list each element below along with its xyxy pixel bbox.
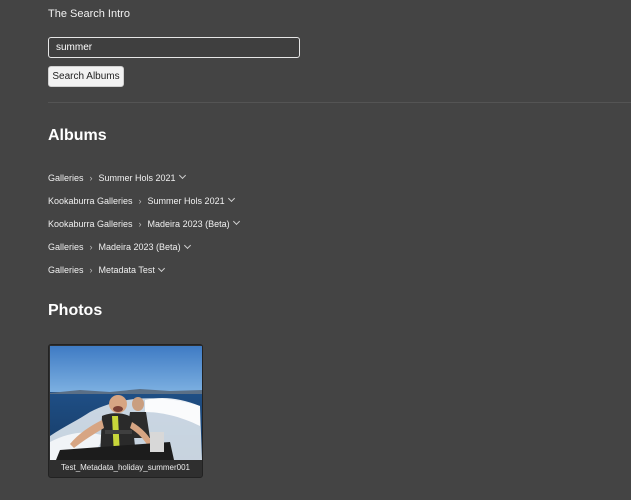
breadcrumb-album-link[interactable]: Metadata Test — [99, 264, 155, 276]
search-input[interactable] — [48, 37, 300, 58]
chevron-right-icon: › — [89, 172, 93, 183]
breadcrumb-album-link[interactable]: Summer Hols 2021 — [148, 195, 225, 207]
chevron-down-icon[interactable] — [157, 264, 165, 272]
breadcrumb-parent-link[interactable]: Galleries — [48, 264, 84, 276]
chevron-right-icon: › — [89, 265, 93, 276]
photo-caption: Test_Metadata_holiday_summer001 — [61, 463, 190, 472]
photo-card[interactable]: Test_Metadata_holiday_summer001 — [48, 344, 203, 478]
divider — [48, 102, 631, 103]
breadcrumb-parent-link[interactable]: Kookaburra Galleries — [48, 218, 133, 230]
jetski-photo-image — [50, 346, 202, 460]
breadcrumb-album-link[interactable]: Madeira 2023 (Beta) — [99, 241, 181, 253]
breadcrumb-parent-link[interactable]: Galleries — [48, 172, 84, 184]
breadcrumb-parent-link[interactable]: Galleries — [48, 241, 84, 253]
chevron-down-icon[interactable] — [178, 172, 186, 180]
photos-heading: Photos — [48, 302, 103, 319]
search-page: The Search Intro Search Albums Albums Ga… — [0, 0, 631, 500]
album-breadcrumb: Kookaburra Galleries › Summer Hols 2021 — [48, 189, 239, 212]
album-list: Galleries › Summer Hols 2021 Kookaburra … — [48, 166, 240, 282]
app-title: The Search Intro — [48, 8, 130, 20]
chevron-down-icon[interactable] — [183, 241, 191, 249]
chevron-down-icon[interactable] — [227, 195, 235, 203]
breadcrumb-parent-link[interactable]: Kookaburra Galleries — [48, 195, 133, 207]
album-breadcrumb: Kookaburra Galleries › Madeira 2023 (Bet… — [48, 212, 240, 235]
search-albums-button[interactable]: Search Albums — [48, 66, 124, 87]
album-breadcrumb: Galleries › Summer Hols 2021 — [48, 166, 239, 189]
chevron-right-icon: › — [138, 195, 142, 206]
breadcrumb-album-link[interactable]: Summer Hols 2021 — [99, 172, 176, 184]
breadcrumb-album-link[interactable]: Madeira 2023 (Beta) — [148, 218, 230, 230]
chevron-right-icon: › — [89, 242, 93, 253]
album-breadcrumb: Galleries › Metadata Test — [48, 259, 239, 282]
chevron-down-icon[interactable] — [232, 218, 240, 226]
chevron-right-icon: › — [138, 218, 142, 229]
album-breadcrumb: Galleries › Madeira 2023 (Beta) — [48, 236, 239, 259]
albums-heading: Albums — [48, 127, 107, 144]
photo-thumbnail[interactable] — [50, 346, 202, 460]
